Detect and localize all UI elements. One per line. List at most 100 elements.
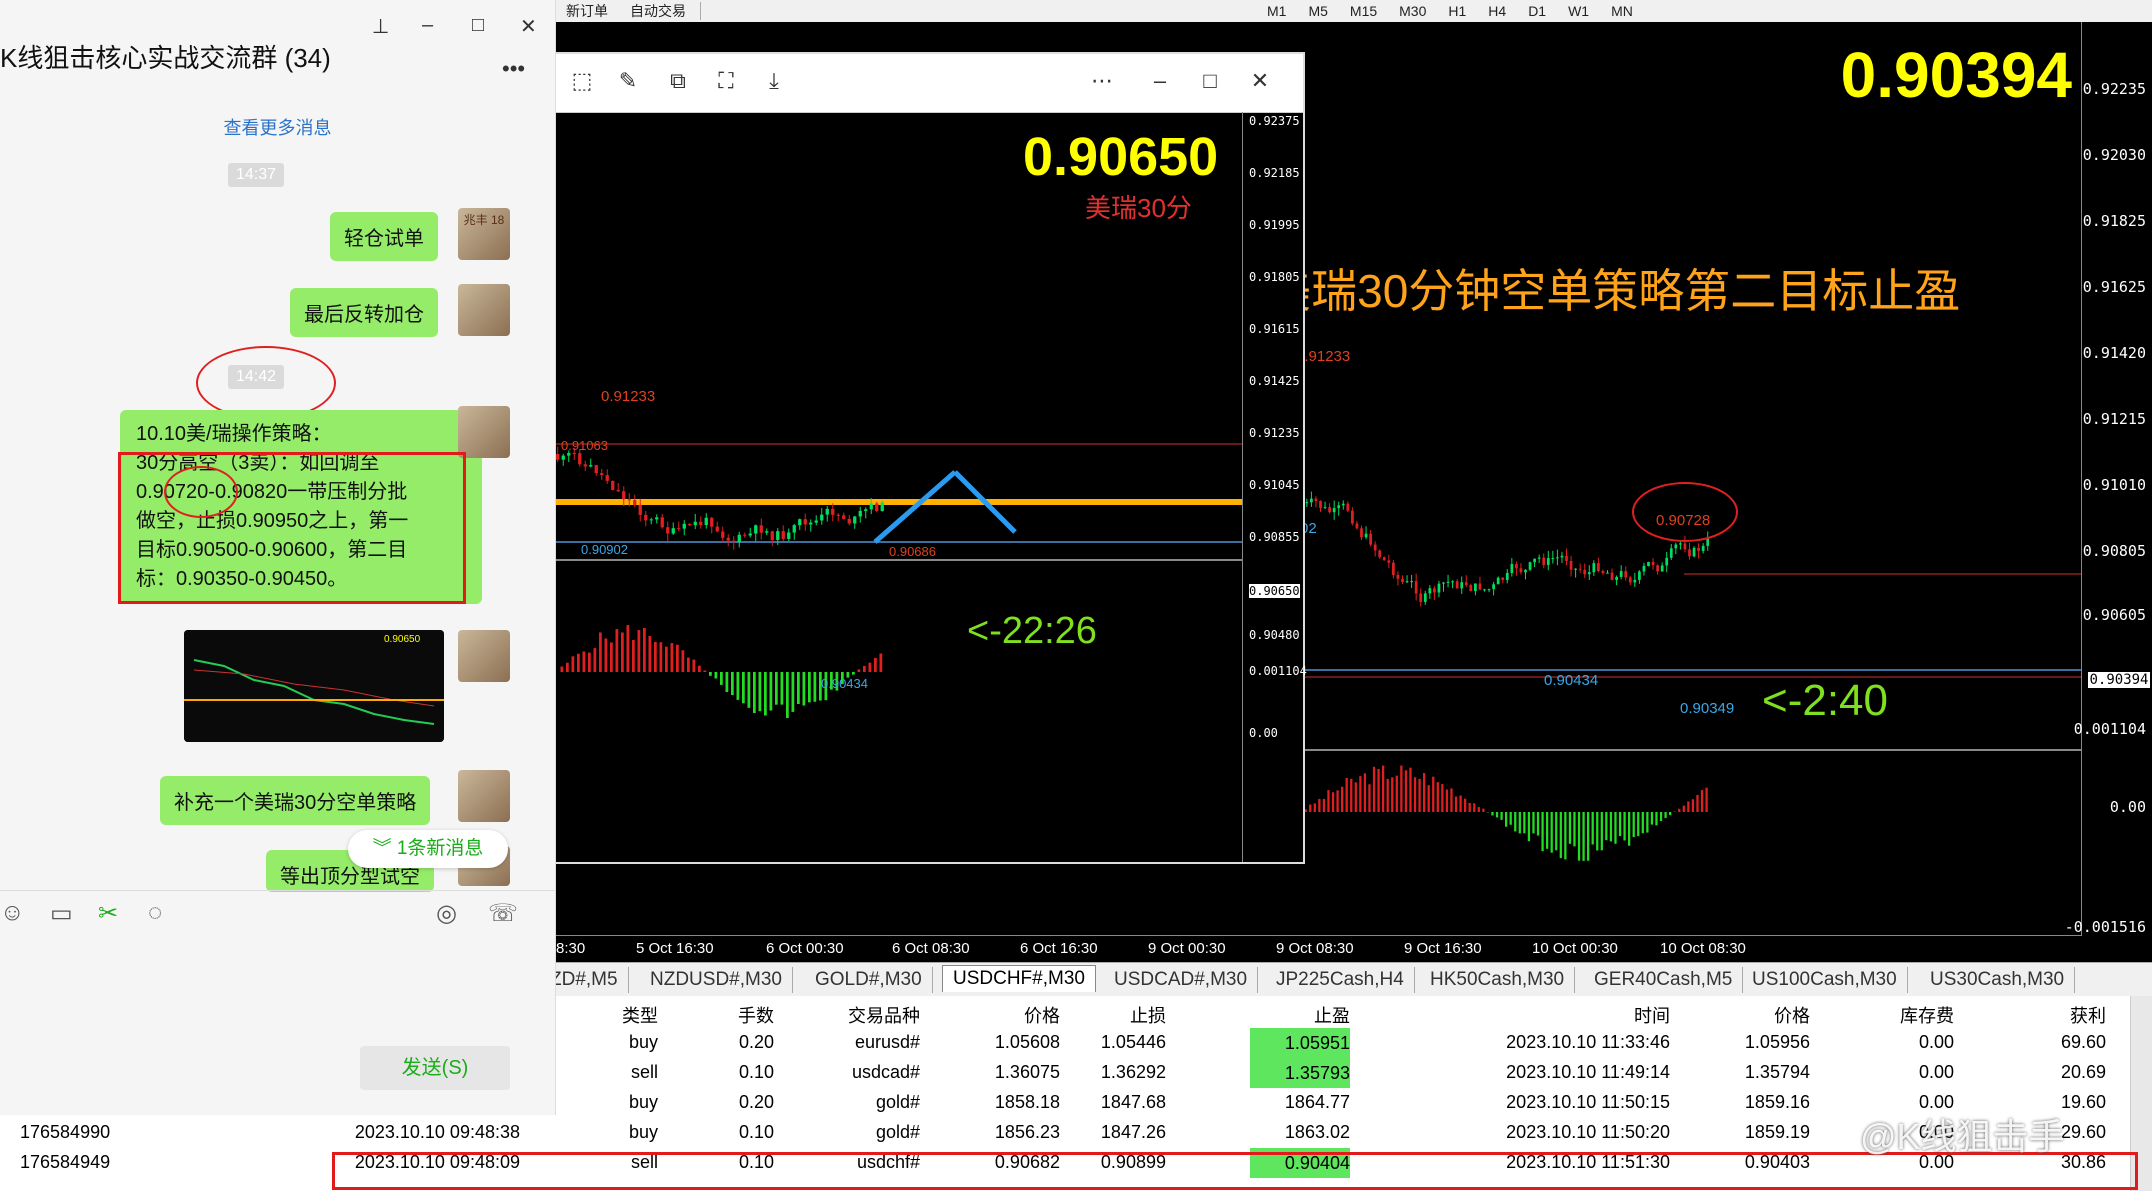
time-tick: 6 Oct 16:30 bbox=[1020, 940, 1098, 957]
chat-bubble-icon[interactable]: ◌ bbox=[148, 899, 162, 927]
message-bubble[interactable]: 补充一个美瑞30分空单策略 bbox=[160, 776, 431, 825]
more-icon[interactable]: ⋯ bbox=[1089, 68, 1115, 94]
macd-bar bbox=[1322, 798, 1326, 812]
col-swap[interactable]: 库存费 bbox=[1850, 1002, 1954, 1028]
candle-body bbox=[1592, 563, 1596, 573]
auto-trading-button[interactable]: 自动交易 bbox=[624, 1, 692, 21]
message-bubble[interactable]: 轻仓试单 bbox=[330, 212, 438, 261]
col-close-price[interactable]: 价格 bbox=[1720, 1002, 1810, 1028]
new-message-pill[interactable]: ︾ 1条新消息 bbox=[348, 830, 508, 868]
crop-icon[interactable]: ⬚ bbox=[569, 68, 595, 94]
more-icon[interactable]: ••• bbox=[502, 56, 525, 82]
timeframe-m15[interactable]: M15 bbox=[1344, 1, 1383, 21]
popup-ma-label: 0.90686 bbox=[889, 544, 936, 559]
wechat-chat-panel[interactable]: ⊥ – □ ✕ K线狙击核心实战交流群 (34) ••• 查看更多消息 14:3… bbox=[0, 0, 556, 1115]
folder-icon[interactable]: ▭ bbox=[50, 899, 73, 928]
macd-bar bbox=[681, 650, 685, 672]
tab-chart[interactable]: USDCAD#,M30 bbox=[1104, 967, 1259, 993]
price-tick: 0.90605 bbox=[2082, 606, 2146, 624]
minimize-icon[interactable]: – bbox=[422, 14, 433, 37]
candle-body bbox=[1387, 560, 1391, 563]
scan-icon[interactable]: ⛶ bbox=[713, 68, 739, 94]
new-order-button[interactable]: 新订单 bbox=[560, 1, 614, 21]
macd-bar bbox=[1596, 812, 1599, 851]
scissors-icon[interactable]: ✂ bbox=[98, 899, 118, 928]
toolbar-separator bbox=[700, 2, 701, 20]
copy-icon[interactable]: ⧉ bbox=[665, 68, 691, 94]
maximize-icon[interactable]: □ bbox=[1197, 68, 1223, 94]
see-more-link[interactable]: 查看更多消息 bbox=[0, 114, 555, 140]
macd-bar bbox=[632, 640, 635, 672]
candle-body bbox=[616, 489, 620, 492]
col-symbol[interactable]: 交易品种 bbox=[790, 1002, 920, 1028]
time-tick: 9 Oct 08:30 bbox=[1276, 940, 1354, 957]
emoji-icon[interactable]: ☺ bbox=[0, 899, 25, 927]
chart-image-message[interactable]: 0.90650 bbox=[184, 630, 444, 742]
tab-chart[interactable]: GOLD#,M30 bbox=[805, 967, 933, 993]
tab-chart[interactable]: HK50Cash,M30 bbox=[1420, 967, 1576, 993]
pin-icon[interactable]: ⊥ bbox=[372, 14, 389, 39]
close-icon[interactable]: ✕ bbox=[520, 14, 537, 39]
col-profit[interactable]: 获利 bbox=[2000, 1002, 2106, 1028]
candle-body bbox=[1442, 582, 1445, 584]
new-message-label: 1条新消息 bbox=[396, 838, 484, 859]
timeframe-h1[interactable]: H1 bbox=[1442, 1, 1472, 21]
col-sl[interactable]: 止损 bbox=[1100, 1002, 1166, 1028]
timeframe-mn[interactable]: MN bbox=[1605, 1, 1639, 21]
avatar[interactable]: 兆丰 18 bbox=[458, 208, 510, 260]
macd-bar bbox=[714, 672, 718, 679]
col-type[interactable]: 类型 bbox=[600, 1002, 658, 1028]
candle-body bbox=[600, 473, 604, 476]
candle-body bbox=[1574, 568, 1577, 570]
tab-chart[interactable]: NZDUSD#,M30 bbox=[640, 967, 793, 993]
annotation-circle bbox=[196, 346, 336, 420]
avatar[interactable] bbox=[458, 770, 510, 822]
video-icon[interactable]: ◎ bbox=[436, 899, 457, 928]
timeframe-w1[interactable]: W1 bbox=[1562, 1, 1595, 21]
timeframe-m5[interactable]: M5 bbox=[1302, 1, 1333, 21]
col-lots[interactable]: 手数 bbox=[710, 1002, 774, 1028]
avatar[interactable] bbox=[458, 284, 510, 336]
macd-bar bbox=[1468, 802, 1471, 812]
blue-arrow-up bbox=[873, 470, 957, 544]
timeframe-d1[interactable]: D1 bbox=[1522, 1, 1552, 21]
col-time[interactable]: 时间 bbox=[1580, 1002, 1670, 1028]
phone-icon[interactable]: ☏ bbox=[488, 899, 518, 928]
tab-chart[interactable]: US100Cash,M30 bbox=[1742, 967, 1908, 993]
message-bubble[interactable]: 最后反转加仓 bbox=[290, 288, 438, 337]
tab-chart[interactable]: GER40Cash,M5 bbox=[1584, 967, 1744, 993]
candle-body bbox=[1515, 564, 1518, 569]
macd-bar bbox=[599, 632, 602, 672]
chart-popup-window[interactable]: ⬚ ✎ ⧉ ⛶ ⤓ ⋯ – □ ✕ 0.92375 0.92185 0.9199… bbox=[553, 52, 1307, 864]
macd-bar bbox=[769, 672, 773, 711]
minimize-icon[interactable]: – bbox=[1147, 68, 1173, 94]
avatar[interactable] bbox=[458, 630, 510, 682]
tab-chart[interactable]: JP225Cash,H4 bbox=[1266, 967, 1415, 993]
candle-body bbox=[589, 465, 593, 467]
macd-bar bbox=[1418, 778, 1421, 812]
avatar[interactable] bbox=[458, 406, 510, 458]
macd-bar bbox=[742, 672, 745, 704]
timeframe-m30[interactable]: M30 bbox=[1393, 1, 1432, 21]
tab-chart-active[interactable]: USDCHF#,M30 bbox=[942, 965, 1096, 992]
timeframe-h4[interactable]: H4 bbox=[1482, 1, 1512, 21]
close-icon[interactable]: ✕ bbox=[1247, 68, 1273, 94]
table-row[interactable]: 176584990 2023.10.10 09:48:38 buy 0.10 gold#… bbox=[0, 1118, 2130, 1148]
tab-chart[interactable]: US30Cash,M30 bbox=[1920, 967, 2076, 993]
col-tp[interactable]: 止盈 bbox=[1250, 1002, 1350, 1028]
download-icon[interactable]: ⤓ bbox=[761, 68, 787, 94]
candle-body bbox=[622, 491, 626, 500]
macd-bar bbox=[1377, 768, 1380, 812]
edit-icon[interactable]: ✎ bbox=[615, 68, 641, 94]
col-price[interactable]: 价格 bbox=[960, 1002, 1060, 1028]
indicator-tick: 0.00 bbox=[2109, 798, 2146, 816]
maximize-icon[interactable]: □ bbox=[472, 14, 484, 37]
timeframe-m1[interactable]: M1 bbox=[1261, 1, 1292, 21]
send-button[interactable]: 发送(S) bbox=[360, 1046, 510, 1090]
macd-bar bbox=[1427, 785, 1430, 812]
indicator-tick: 0.00 bbox=[1249, 726, 1278, 740]
price-tick: 0.92235 bbox=[2082, 80, 2146, 98]
candle-body bbox=[704, 517, 708, 525]
cell-ctime: 2023.10.10 11:50:20 bbox=[1506, 1122, 1670, 1142]
candle-body bbox=[1519, 568, 1523, 573]
